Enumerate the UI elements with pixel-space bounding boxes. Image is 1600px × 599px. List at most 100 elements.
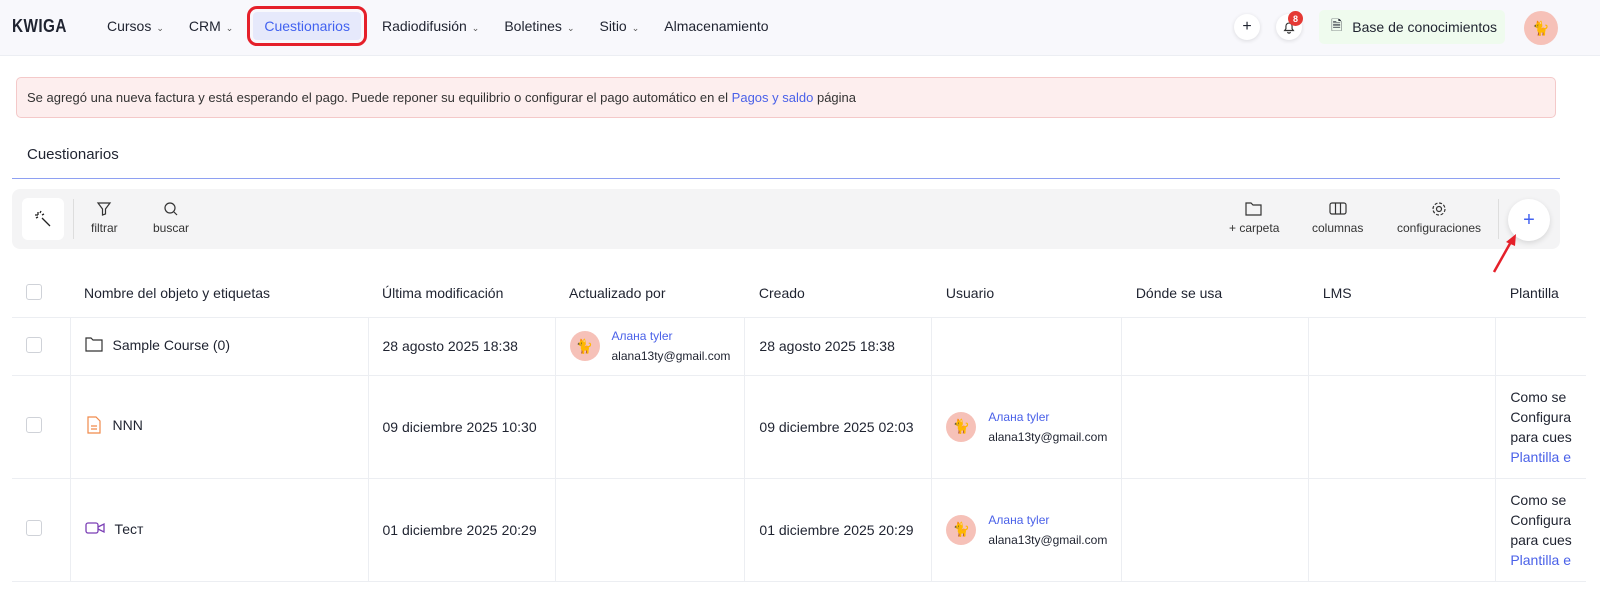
nav-radiodifusion[interactable]: Radiodifusión ⌄ xyxy=(371,12,490,40)
user-name-link[interactable]: Алана tyler xyxy=(988,410,1107,424)
search-icon xyxy=(153,201,189,221)
nav-crm[interactable]: CRM ⌄ xyxy=(178,12,244,40)
filter-label: filtrar xyxy=(91,221,118,235)
columns-icon xyxy=(1312,201,1363,221)
avatar: 🐈 xyxy=(946,411,977,442)
notification-badge: 8 xyxy=(1288,11,1303,26)
row-checkbox[interactable] xyxy=(26,336,42,353)
column-header[interactable]: Plantilla xyxy=(1495,270,1586,318)
table-row[interactable]: Sample Course (0) 28 agosto 2025 18:38 🐈… xyxy=(12,317,1586,376)
divider xyxy=(12,178,1560,179)
column-header[interactable]: Última modificación xyxy=(368,270,555,318)
chevron-down-icon: ⌄ xyxy=(631,23,640,33)
template-cell: Como se Configura para cues Plantilla e xyxy=(1495,375,1586,479)
item-name: Тест xyxy=(114,520,144,537)
invoice-alert: Se agregó una nueva factura y está esper… xyxy=(16,77,1556,118)
lms-cell xyxy=(1308,375,1497,479)
select-cell xyxy=(12,375,71,479)
table-row[interactable]: NNN 09 diciembre 2025 10:30 09 diciembre… xyxy=(12,375,1586,479)
updated-by-cell xyxy=(555,478,746,582)
created-cell: 28 agosto 2025 18:38 xyxy=(744,317,933,376)
gear-icon xyxy=(1397,201,1481,221)
filter-button[interactable]: filtrar xyxy=(91,201,118,235)
settings-label: configuraciones xyxy=(1397,221,1482,235)
columns-button[interactable]: columnas xyxy=(1312,201,1363,235)
column-header[interactable]: Creado xyxy=(744,270,932,318)
user-name-link[interactable]: Алана tyler xyxy=(612,329,731,343)
lms-cell xyxy=(1308,478,1497,582)
updated-by-cell xyxy=(555,375,746,479)
name-cell[interactable]: Тест xyxy=(70,478,369,582)
user-email: alana13ty@gmail.com xyxy=(988,532,1108,547)
template-text: para cues xyxy=(1510,428,1572,445)
document-icon xyxy=(85,416,103,437)
modified-cell: 01 diciembre 2025 20:29 xyxy=(368,478,556,582)
nav-sitio[interactable]: Sitio ⌄ xyxy=(588,12,650,40)
column-header[interactable]: Nombre del objeto y etiquetas xyxy=(70,270,368,318)
folder-label: + carpeta xyxy=(1229,221,1280,235)
nav-label: Almacenamiento xyxy=(664,18,769,34)
modified-cell: 09 diciembre 2025 10:30 xyxy=(368,375,556,479)
used-in-cell xyxy=(1121,375,1310,479)
knowledge-base-button[interactable]: 🗎 Base de conocimientos xyxy=(1319,10,1505,44)
name-cell[interactable]: NNN xyxy=(70,375,369,479)
template-link[interactable]: Plantilla e xyxy=(1510,550,1571,570)
table-row[interactable]: Тест 01 diciembre 2025 20:29 01 diciembr… xyxy=(12,478,1586,582)
select-all-checkbox[interactable] xyxy=(26,283,42,300)
chevron-down-icon: ⌄ xyxy=(566,23,575,33)
nav-label: Radiodifusión xyxy=(381,18,467,34)
column-header[interactable]: Actualizado por xyxy=(555,270,745,318)
nav-cursos[interactable]: Cursos ⌄ xyxy=(96,12,175,40)
magic-wand-icon[interactable] xyxy=(22,198,64,240)
item-name: Sample Course (0) xyxy=(112,336,231,353)
used-in-cell xyxy=(1121,478,1310,582)
name-cell[interactable]: Sample Course (0) xyxy=(70,317,369,376)
toolbar: filtrar buscar + carpeta columnas config… xyxy=(12,189,1560,249)
logo[interactable]: KWIGA xyxy=(12,16,67,37)
row-checkbox[interactable] xyxy=(26,520,42,536)
select-cell xyxy=(12,317,71,376)
user-email: alana13ty@gmail.com xyxy=(988,429,1108,444)
used-in-cell xyxy=(1121,317,1310,376)
folder-icon xyxy=(84,337,103,355)
nav-label: Sitio xyxy=(599,18,627,34)
avatar: 🐈 xyxy=(946,514,977,545)
columns-label: columnas xyxy=(1312,221,1364,235)
search-button[interactable]: buscar xyxy=(153,201,189,235)
template-cell xyxy=(1495,317,1586,376)
alert-suffix: página xyxy=(816,90,857,105)
questionnaires-table: Nombre del objeto y etiquetas Última mod… xyxy=(12,270,1586,582)
user-name-link[interactable]: Алана tyler xyxy=(988,513,1107,527)
search-label: buscar xyxy=(153,221,190,235)
document-search-icon: 🗎 xyxy=(1331,17,1343,33)
user-email: alana13ty@gmail.com xyxy=(611,349,731,363)
nav-almacenamiento[interactable]: Almacenamiento xyxy=(653,12,779,40)
folder-plus-icon xyxy=(1229,201,1279,221)
template-text: para cues xyxy=(1510,531,1572,548)
row-checkbox[interactable] xyxy=(26,417,42,433)
select-cell xyxy=(12,478,71,582)
column-header[interactable]: Dónde se usa xyxy=(1121,270,1309,318)
add-folder-button[interactable]: + carpeta xyxy=(1229,201,1279,235)
column-header[interactable]: LMS xyxy=(1308,270,1496,318)
page-title: Cuestionarios xyxy=(27,146,119,163)
updated-by-cell: 🐈 Алана tyler alana13ty@gmail.com xyxy=(555,317,746,376)
template-link[interactable]: Plantilla e xyxy=(1510,447,1571,467)
alert-text: Se agregó una nueva factura y está esper… xyxy=(27,90,729,105)
chevron-down-icon: ⌄ xyxy=(156,23,164,33)
nav-cuestionarios[interactable]: Cuestionarios xyxy=(247,6,367,46)
column-header[interactable]: Usuario xyxy=(931,270,1122,318)
add-icon[interactable]: + xyxy=(1234,14,1260,40)
nav-label: Cursos xyxy=(107,18,152,34)
created-cell: 01 diciembre 2025 20:29 xyxy=(744,478,933,582)
template-text: Como se xyxy=(1510,388,1567,405)
payments-link[interactable]: Pagos y saldo xyxy=(732,90,814,105)
chevron-down-icon: ⌄ xyxy=(225,23,234,33)
nav-boletines[interactable]: Boletines ⌄ xyxy=(493,12,585,40)
template-text: Configura xyxy=(1510,511,1572,528)
user-avatar[interactable]: 🐈 xyxy=(1524,11,1558,45)
table-header: Nombre del objeto y etiquetas Última mod… xyxy=(12,270,1586,318)
chevron-down-icon: ⌄ xyxy=(471,23,480,33)
nav-label: Boletines xyxy=(504,18,562,34)
settings-button[interactable]: configuraciones xyxy=(1397,201,1481,235)
